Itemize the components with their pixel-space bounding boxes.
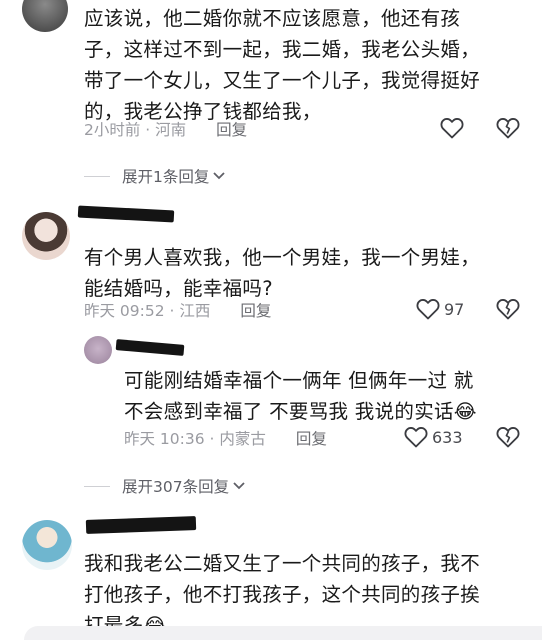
- chevron-down-icon: [213, 172, 226, 180]
- comment-line: 子，这样过不到一起，我二婚，我老公头婚，: [84, 38, 481, 61]
- comment-input-bar[interactable]: [24, 626, 542, 640]
- avatar[interactable]: [22, 212, 70, 260]
- comment-time: 昨天 09:52 · 江西: [84, 302, 211, 320]
- reply-button[interactable]: 回复: [216, 118, 247, 140]
- reply-button[interactable]: 回复: [240, 299, 271, 321]
- reply-button[interactable]: 回复: [296, 427, 327, 449]
- expand-label: 展开1条回复: [122, 168, 210, 186]
- chevron-down-icon: [233, 482, 245, 490]
- redacted-username: [115, 339, 185, 356]
- reply-meta: 昨天 10:36 · 内蒙古 回复: [124, 427, 327, 449]
- comment-time: 昨天 10:36 · 内蒙古: [124, 430, 266, 448]
- comment-line: 打他孩子，他不打我孩子，这个共同的孩子挨: [84, 583, 481, 606]
- comment-line: 我和我老公二婚又生了一个共同的孩子，我不: [84, 552, 481, 575]
- reply-text: 可能刚结婚幸福个一俩年 但俩年一过 就 不会感到幸福了 不要骂我 我说的实话😂: [124, 365, 524, 427]
- comment-line: 不会感到幸福了 不要骂我 我说的实话😂: [124, 400, 477, 423]
- comment-text: 有个男人喜欢我，他一个男娃，我一个男娃， 能结婚吗，能幸福吗?: [84, 242, 524, 304]
- dislike-button[interactable]: [496, 117, 520, 139]
- comment-meta: 昨天 09:52 · 江西 回复: [84, 299, 271, 321]
- heart-outline-icon: [440, 118, 464, 139]
- broken-heart-icon: [496, 299, 520, 320]
- like-count: 633: [432, 427, 463, 447]
- comment-text: 应该说，他二婚你就不应该愿意，他还有孩 子，这样过不到一起，我二婚，我老公头婚，…: [84, 3, 524, 127]
- dislike-button[interactable]: [496, 298, 520, 320]
- expand-replies-button[interactable]: 展开307条回复: [84, 475, 246, 497]
- comment-line: 带了一个女儿，又生了一个儿子，我觉得挺好: [84, 69, 481, 92]
- expand-label: 展开307条回复: [122, 478, 230, 496]
- heart-outline-icon: [404, 427, 428, 448]
- redacted-username: [85, 516, 197, 534]
- comment-line: 可能刚结婚幸福个一俩年 但俩年一过 就: [124, 369, 474, 392]
- expand-replies-button[interactable]: 展开1条回复: [84, 165, 226, 187]
- dislike-button[interactable]: [496, 426, 520, 448]
- avatar[interactable]: [22, 520, 72, 570]
- broken-heart-icon: [496, 118, 520, 139]
- divider: [84, 485, 110, 487]
- like-button[interactable]: [440, 117, 464, 139]
- heart-outline-icon: [416, 299, 440, 320]
- comment-line: 有个男人喜欢我，他一个男娃，我一个男娃，: [84, 246, 481, 269]
- comment-time: 2小时前 · 河南: [84, 121, 187, 139]
- comment-meta: 2小时前 · 河南 回复: [84, 118, 247, 140]
- like-count: 97: [444, 299, 465, 319]
- like-button[interactable]: 97: [416, 298, 464, 320]
- divider: [84, 175, 110, 177]
- redacted-username: [77, 205, 175, 223]
- avatar[interactable]: [84, 336, 112, 364]
- like-button[interactable]: 633: [404, 426, 463, 448]
- broken-heart-icon: [496, 427, 520, 448]
- avatar[interactable]: [22, 0, 68, 32]
- comment-line: 应该说，他二婚你就不应该愿意，他还有孩: [84, 7, 461, 30]
